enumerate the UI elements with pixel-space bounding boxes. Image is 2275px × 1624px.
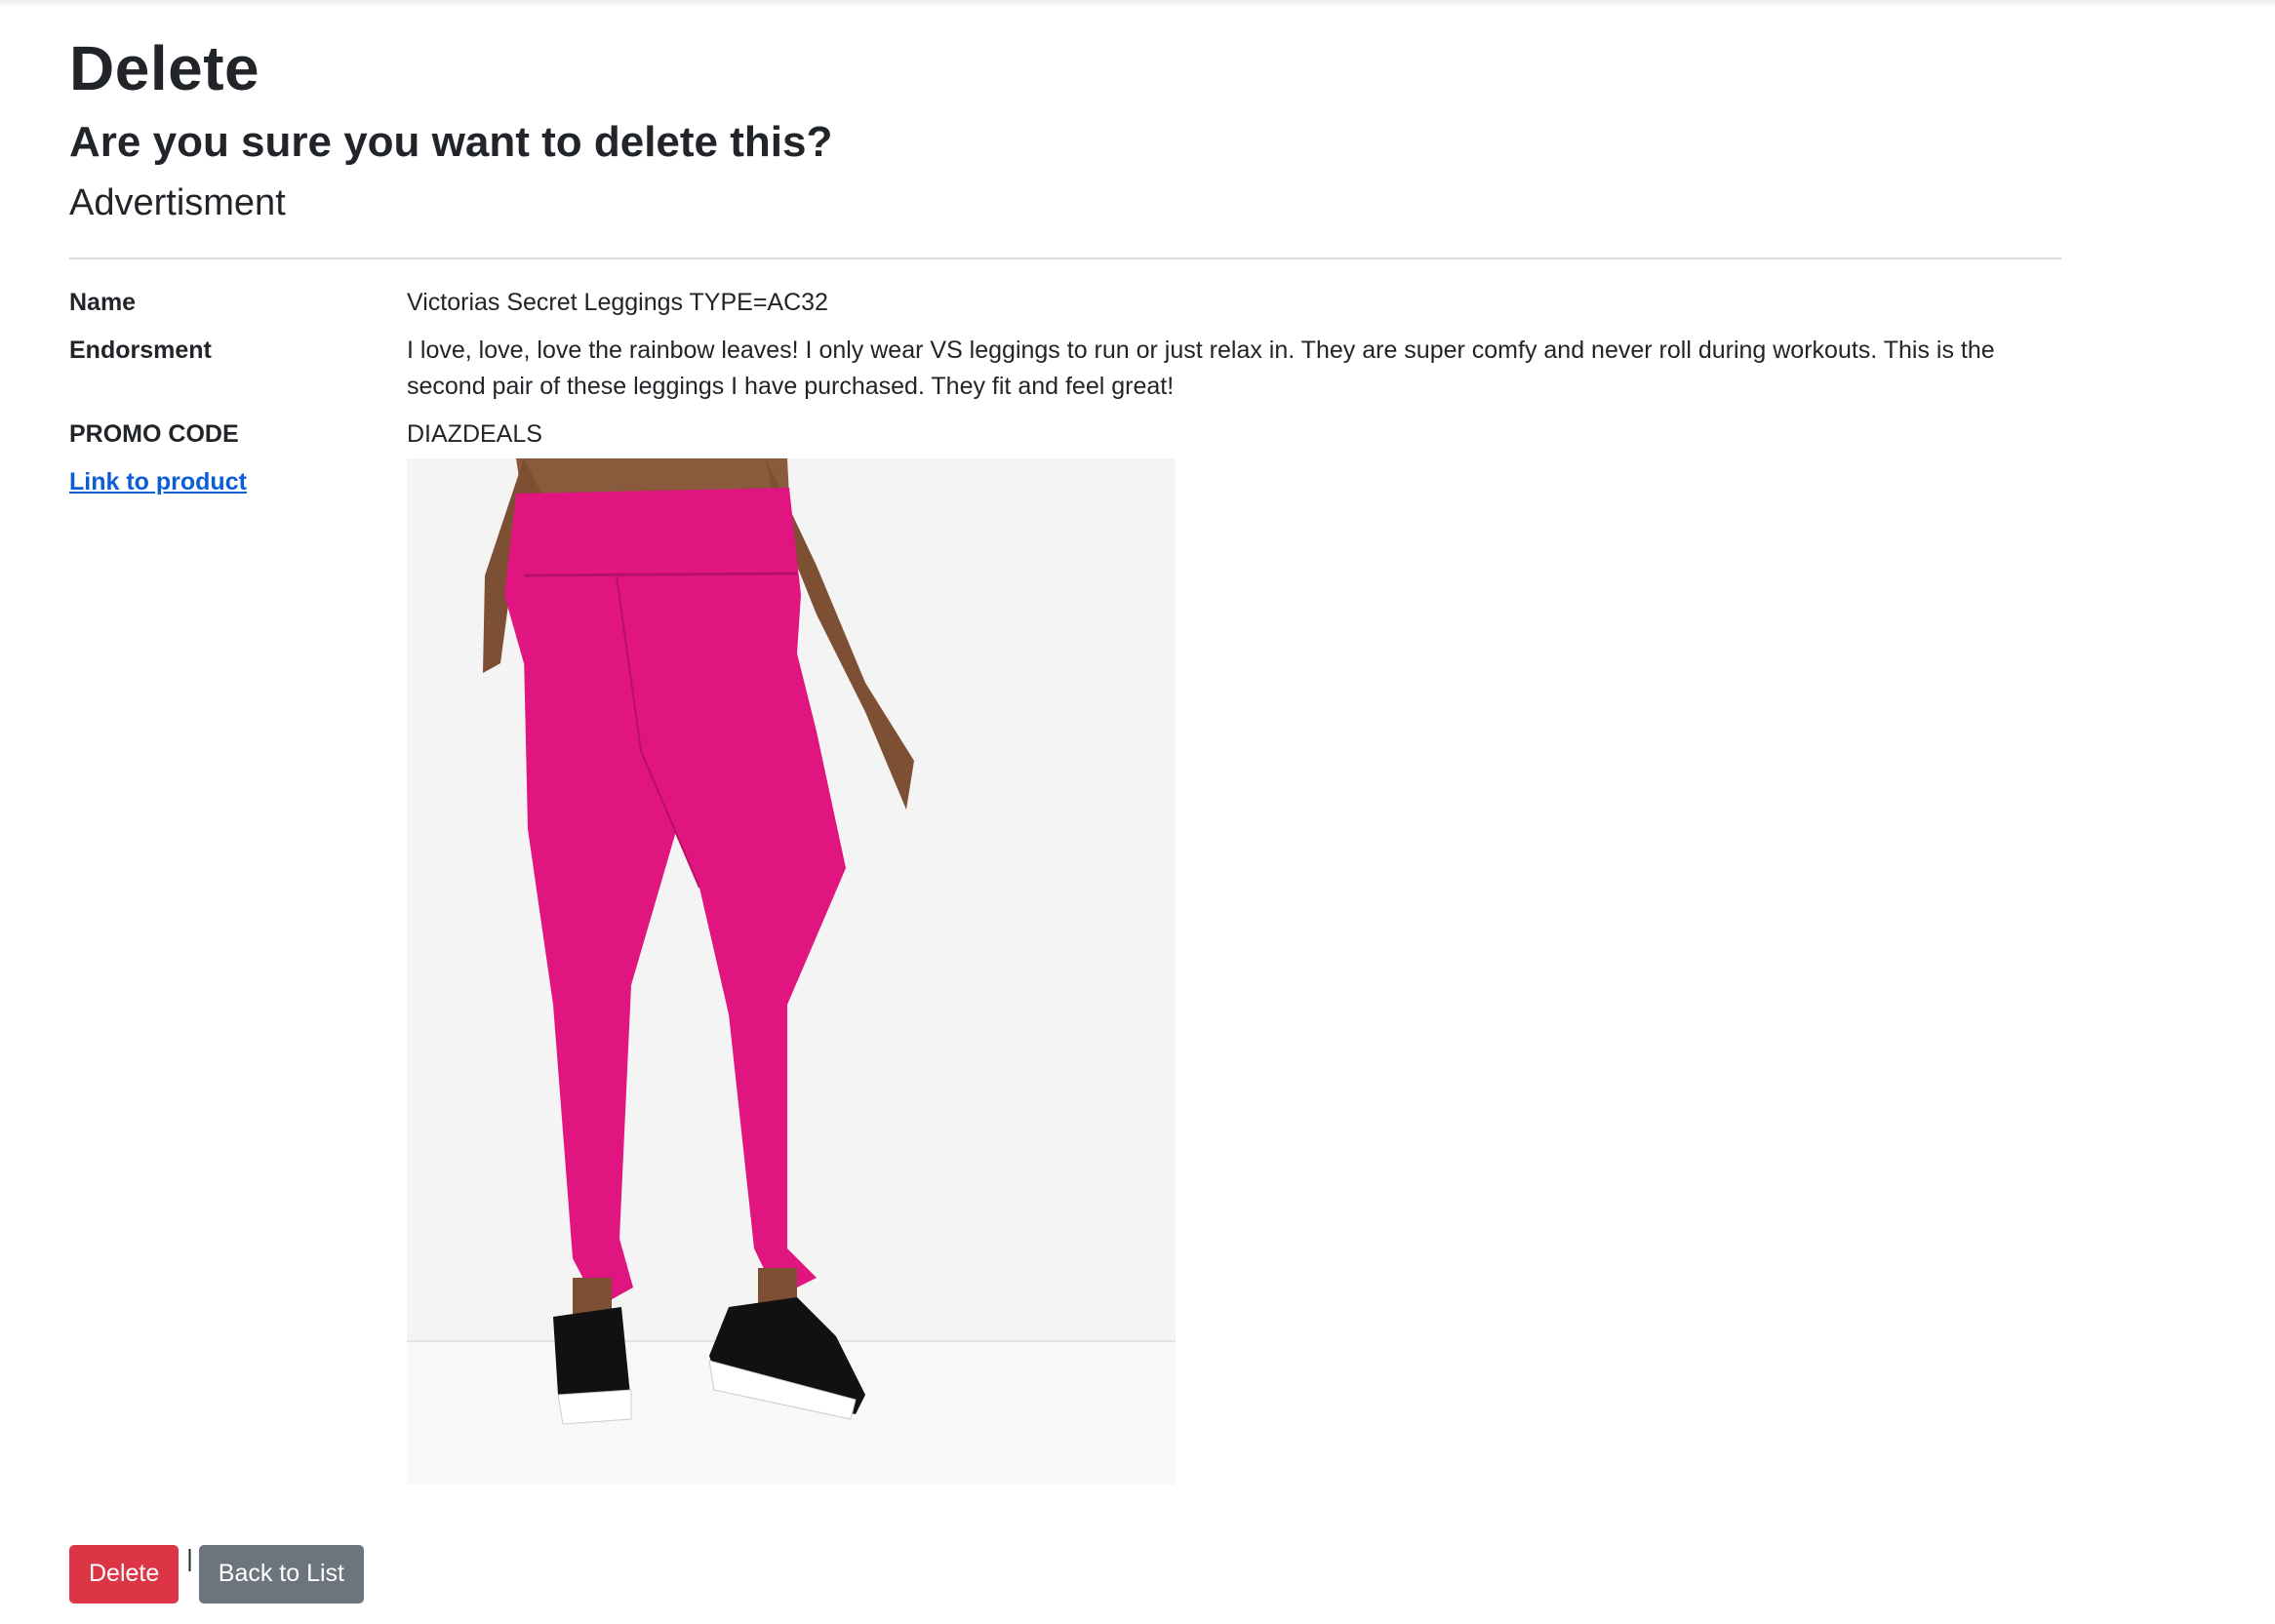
endorsement-value: I love, love, love the rainbow leaves! I…: [407, 337, 1995, 400]
promo-code-label: PROMO CODE: [69, 420, 239, 448]
delete-page: Delete Are you sure you want to delete t…: [69, 29, 2061, 1496]
endorsement-label: Endorsment: [69, 337, 212, 364]
section-heading: Advertisment: [69, 182, 286, 223]
product-link[interactable]: Link to product: [69, 468, 247, 495]
leggings-photo-illustration: [407, 458, 1176, 1485]
product-image-cell: [407, 458, 2061, 1485]
divider: [69, 257, 2061, 259]
delete-button[interactable]: Delete: [69, 1545, 180, 1604]
promo-code-value: DIAZDEALS: [407, 420, 542, 448]
action-separator: |: [186, 1545, 193, 1572]
product-image: [407, 458, 1176, 1485]
name-value: Victorias Secret Leggings TYPE=AC32: [407, 289, 828, 316]
top-navbar-shadow: [0, 0, 2275, 6]
details-list: Name Victorias Secret Leggings TYPE=AC32…: [69, 285, 2061, 1496]
form-actions: Delete | Back to List: [69, 1545, 364, 1604]
page-title: Delete: [69, 33, 260, 103]
name-label: Name: [69, 289, 137, 316]
confirm-question: Are you sure you want to delete this?: [69, 118, 833, 166]
product-link-cell: Link to product: [69, 464, 407, 1485]
back-to-list-button[interactable]: Back to List: [198, 1545, 364, 1604]
